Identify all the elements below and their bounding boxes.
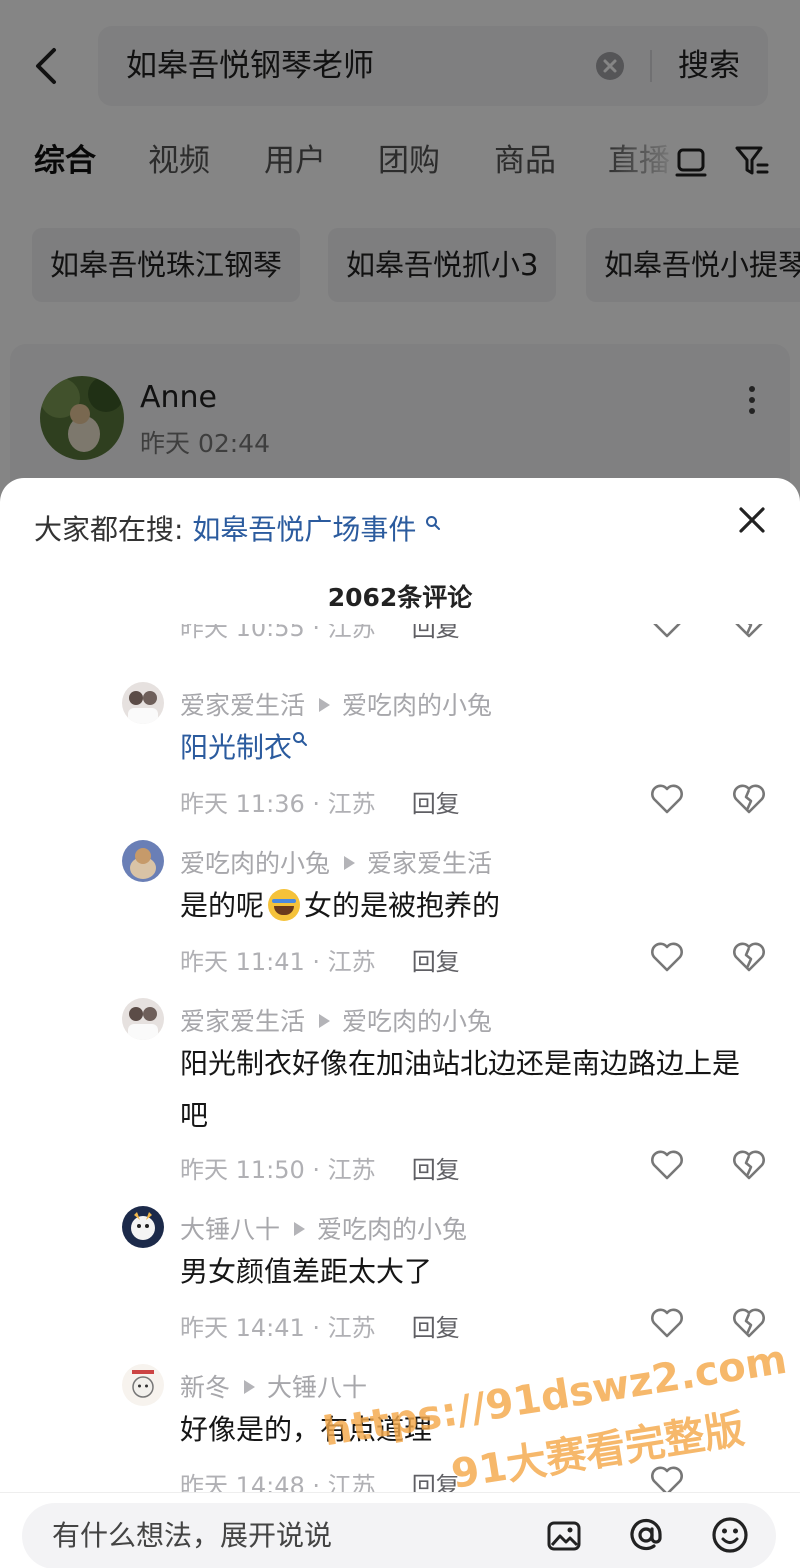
- trending-search[interactable]: 大家都在搜: 如皋吾悦广场事件: [34, 508, 441, 548]
- comment-text-part: 女的是被抱养的: [304, 889, 501, 922]
- comment-author[interactable]: 爱家爱生活: [180, 1007, 305, 1036]
- comment-text[interactable]: 男女颜值差距太大了: [180, 1246, 760, 1298]
- broken-heart-icon[interactable]: [732, 624, 766, 638]
- comment-count: 2062条评论: [327, 583, 473, 612]
- heart-icon[interactable]: [650, 784, 684, 814]
- comment-meta: 昨天 10:55 · 江苏 回复: [180, 624, 460, 643]
- avatar[interactable]: [122, 840, 164, 882]
- comment-time: 昨天 11:36 · 江苏: [180, 790, 376, 818]
- reply-button[interactable]: 回复: [412, 624, 460, 642]
- comment-author-line: 大锤八十 爱吃肉的小兔: [180, 1210, 467, 1246]
- avatar[interactable]: [122, 998, 164, 1040]
- reply-arrow-icon: [319, 698, 331, 712]
- close-icon[interactable]: [734, 502, 770, 538]
- comment-text-part: 是的呢: [180, 889, 265, 922]
- search-results-page: 如皋吾悦钢琴老师 搜索 综合 视频 用户 团购 商品 直播 如皋吾悦珠江钢琴 如…: [0, 0, 800, 544]
- comment-text[interactable]: 阳光制衣: [180, 722, 760, 774]
- comment-meta: 昨天 14:41 · 江苏 回复: [180, 1308, 460, 1343]
- comment-input-bar: 有什么想法，展开说说: [0, 1492, 800, 1568]
- reply-button[interactable]: 回复: [412, 1314, 460, 1342]
- at-icon[interactable]: [626, 1515, 666, 1555]
- comment-author-line: 爱家爱生活 爱吃肉的小兔: [180, 1002, 492, 1038]
- comment-text[interactable]: 阳光制衣好像在加油站北边还是南边路边上是吧: [180, 1038, 760, 1142]
- comment-text[interactable]: 好像是的，有点道理: [180, 1404, 760, 1456]
- comment-text[interactable]: 是的呢 女的是被抱养的: [180, 880, 760, 932]
- comment-meta: 昨天 11:41 · 江苏 回复: [180, 942, 460, 977]
- comment-author[interactable]: 大锤八十: [180, 1215, 280, 1244]
- comment-sheet: 大家都在搜: 如皋吾悦广场事件 2062条评论 昨天 10:55 · 江苏 回复 …: [0, 478, 800, 1568]
- reply-target[interactable]: 爱吃肉的小兔: [342, 1007, 492, 1036]
- heart-icon[interactable]: [650, 942, 684, 972]
- broken-heart-icon[interactable]: [732, 784, 766, 814]
- reply-arrow-icon: [319, 1014, 331, 1028]
- heart-icon[interactable]: [650, 1466, 684, 1492]
- comment-author[interactable]: 爱家爱生活: [180, 691, 305, 720]
- reply-target[interactable]: 大锤八十: [267, 1373, 367, 1402]
- image-icon[interactable]: [546, 1519, 582, 1553]
- avatar[interactable]: [122, 682, 164, 724]
- reply-target[interactable]: 爱家爱生活: [367, 849, 492, 878]
- heart-icon[interactable]: [650, 1150, 684, 1180]
- comment-meta: 昨天 11:50 · 江苏 回复: [180, 1150, 460, 1185]
- reply-arrow-icon: [344, 856, 356, 870]
- search-icon: [426, 516, 441, 530]
- reply-button[interactable]: 回复: [412, 1472, 460, 1492]
- comment-author[interactable]: 爱吃肉的小兔: [180, 849, 330, 878]
- avatar[interactable]: [122, 1206, 164, 1248]
- emoji-face-icon[interactable]: [710, 1515, 750, 1555]
- reply-button[interactable]: 回复: [412, 948, 460, 976]
- broken-heart-icon[interactable]: [732, 942, 766, 972]
- reply-arrow-icon: [294, 1222, 306, 1236]
- comment-time: 昨天 11:41 · 江苏: [180, 948, 376, 976]
- avatar[interactable]: [122, 1364, 164, 1406]
- comment-meta: 昨天 14:48 · 江苏 回复: [180, 1466, 460, 1492]
- reply-button[interactable]: 回复: [412, 1156, 460, 1184]
- dim-overlay[interactable]: [0, 0, 800, 520]
- heart-icon[interactable]: [650, 624, 684, 638]
- reply-button[interactable]: 回复: [412, 790, 460, 818]
- comment-time: 昨天 11:50 · 江苏: [180, 1156, 376, 1184]
- broken-heart-icon[interactable]: [732, 1308, 766, 1338]
- comment-list: 昨天 10:55 · 江苏 回复 爱家爱生活 爱吃肉的小兔 阳光制衣 昨天 11:3…: [0, 624, 800, 1492]
- reply-target[interactable]: 爱吃肉的小兔: [342, 691, 492, 720]
- comment-time: 昨天 14:41 · 江苏: [180, 1314, 376, 1342]
- reply-arrow-icon: [244, 1380, 256, 1394]
- search-icon: [293, 732, 308, 746]
- crying-laugh-emoji-icon: [268, 889, 301, 921]
- comment-author-line: 爱家爱生活 爱吃肉的小兔: [180, 686, 492, 722]
- comment-input-placeholder[interactable]: 有什么想法，展开说说: [52, 1503, 332, 1568]
- comment-author-line: 新冬 大锤八十: [180, 1368, 367, 1404]
- comment-author-line: 爱吃肉的小兔 爱家爱生活: [180, 844, 492, 880]
- trending-label: 大家都在搜:: [34, 513, 184, 546]
- comment-time: 昨天 10:55 · 江苏: [180, 624, 376, 642]
- trending-term[interactable]: 如皋吾悦广场事件: [192, 513, 416, 546]
- broken-heart-icon[interactable]: [732, 1150, 766, 1180]
- heart-icon[interactable]: [650, 1308, 684, 1338]
- comment-meta: 昨天 11:36 · 江苏 回复: [180, 784, 460, 819]
- comment-author[interactable]: 新冬: [180, 1373, 230, 1402]
- comment-time: 昨天 14:48 · 江苏: [180, 1472, 376, 1492]
- reply-target[interactable]: 爱吃肉的小兔: [317, 1215, 467, 1244]
- comment-link-text[interactable]: 阳光制衣: [180, 731, 292, 764]
- comment-input[interactable]: 有什么想法，展开说说: [22, 1503, 776, 1568]
